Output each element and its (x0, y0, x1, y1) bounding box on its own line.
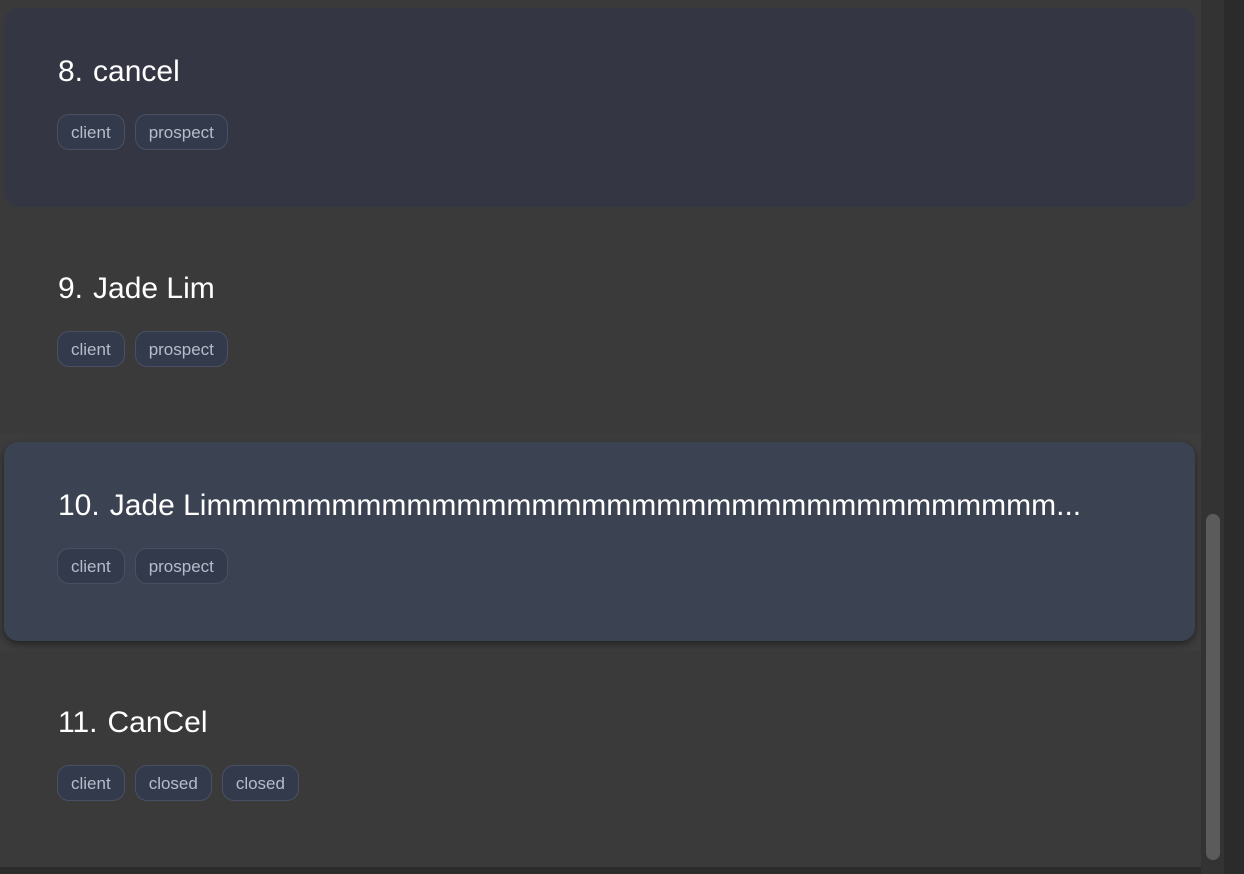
tag-list: client prospect (57, 548, 228, 584)
person-card[interactable]: 10. Jade Limmmmmmmmmmmmmmmmmmmmmmmmmmmmmm… (4, 442, 1195, 641)
tag-badge: prospect (134, 548, 228, 584)
person-list-cell[interactable]: 11. CanCel client closed closed (0, 651, 1201, 867)
scrollbar-thumb[interactable] (1206, 514, 1220, 860)
person-name-text: Jade Limmmmmmmmmmmmmmmmmmmmmmmmmmmmmmmmm… (109, 489, 1082, 522)
person-list-cell[interactable]: 8. cancel client prospect (0, 0, 1201, 217)
person-name: 9. Jade Lim (58, 269, 215, 309)
person-name: 8. cancel (58, 52, 180, 92)
tag-badge: client (57, 331, 125, 367)
person-name-text: CanCel (107, 706, 208, 739)
person-list-cell[interactable]: 10. Jade Limmmmmmmmmmmmmmmmmmmmmmmmmmmmmm… (0, 434, 1201, 651)
person-list-cell[interactable]: 9. Jade Lim client prospect (0, 217, 1201, 434)
person-name-text: cancel (93, 55, 180, 88)
tag-badge: prospect (134, 114, 228, 150)
tag-list: client prospect (57, 331, 228, 367)
tag-badge: closed (134, 765, 212, 801)
person-index: 8. (58, 55, 84, 88)
tag-badge: client (57, 114, 125, 150)
person-name: 10. Jade Limmmmmmmmmmmmmmmmmmmmmmmmmmmmmm… (58, 486, 1081, 526)
person-name-text: Jade Lim (93, 272, 215, 305)
tag-badge: client (57, 765, 125, 801)
tag-badge: prospect (134, 331, 228, 367)
tag-list: client closed closed (57, 765, 299, 801)
person-card[interactable]: 8. cancel client prospect (4, 8, 1195, 207)
tag-list: client prospect (57, 114, 228, 150)
person-index: 11. (58, 706, 98, 739)
person-index: 10. (58, 489, 100, 522)
person-index: 9. (58, 272, 84, 305)
tag-badge: closed (221, 765, 299, 801)
person-name: 11. CanCel (58, 703, 208, 743)
person-list: 8. cancel client prospect 9. Jade Lim clie… (0, 0, 1201, 867)
window-edge (1224, 0, 1244, 874)
tag-badge: client (57, 548, 125, 584)
